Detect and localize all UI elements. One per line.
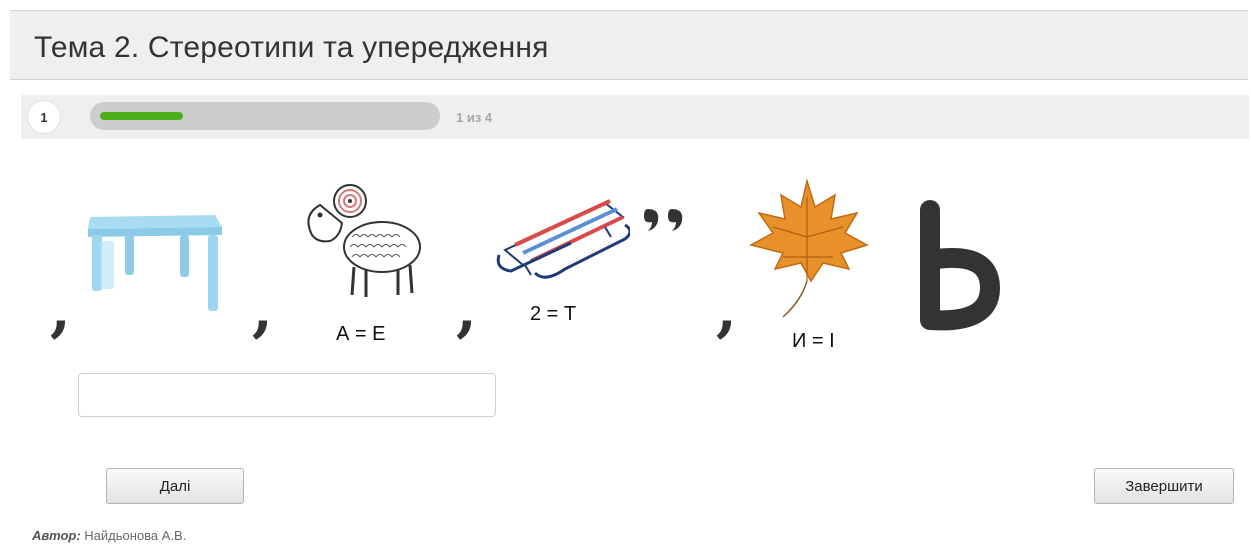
progress-track bbox=[90, 102, 440, 130]
table-picture bbox=[88, 215, 222, 311]
ram-picture bbox=[307, 184, 421, 297]
answer-input[interactable] bbox=[78, 373, 496, 417]
rebus-hint-sled: 2 = Т bbox=[530, 303, 577, 325]
rebus-puzzle: , , А = Е , 2 = Т , И = І bbox=[40, 165, 1020, 365]
progress-counter: 1 из 4 bbox=[456, 110, 493, 125]
rebus-comma-4: , bbox=[716, 275, 737, 345]
author-name: Найдьонова А.В. bbox=[84, 528, 187, 543]
sled-picture bbox=[496, 199, 630, 279]
rebus-comma-1: , bbox=[50, 275, 71, 345]
maple-leaf-picture bbox=[748, 178, 869, 318]
question-number-badge: 1 bbox=[27, 100, 61, 134]
page-header: Тема 2. Стереотипи та упередження bbox=[10, 10, 1248, 80]
author-label: Автор: bbox=[32, 528, 81, 543]
quiz-page: Тема 2. Стереотипи та упередження 1 1 из… bbox=[0, 0, 1251, 551]
author-credit: Автор: Найдьонова А.В. bbox=[32, 528, 186, 543]
page-title: Тема 2. Стереотипи та упередження bbox=[34, 31, 549, 64]
soft-sign-letter bbox=[920, 200, 1000, 331]
rebus-hint-ram: А = Е bbox=[336, 323, 386, 345]
finish-button[interactable]: Завершити bbox=[1094, 468, 1234, 504]
next-button[interactable]: Далі bbox=[106, 468, 244, 504]
rebus-comma-2: , bbox=[252, 275, 273, 345]
progress-fill bbox=[100, 112, 183, 120]
rebus-comma-3: , bbox=[456, 275, 477, 345]
progress-strip: 1 1 из 4 bbox=[21, 95, 1249, 139]
rebus-hint-leaf: И = І bbox=[792, 330, 835, 352]
double-comma-picture bbox=[644, 209, 683, 231]
